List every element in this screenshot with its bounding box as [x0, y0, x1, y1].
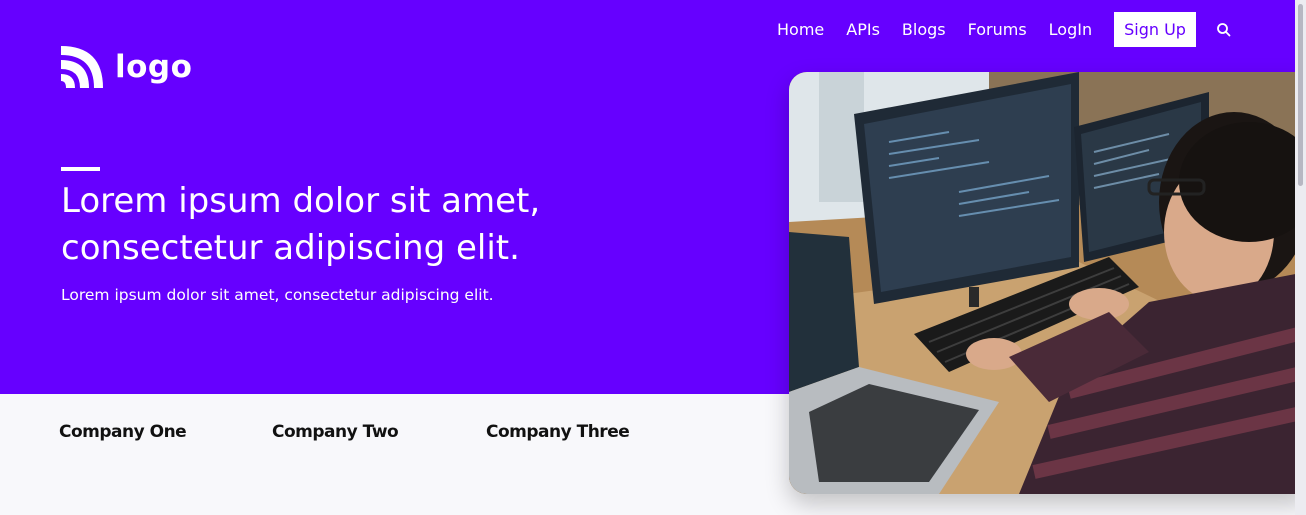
sign-up-button[interactable]: Sign Up — [1114, 12, 1196, 47]
company-one: Company One — [59, 422, 187, 442]
hero-headline-line-1: Lorem ipsum dolor sit amet, — [61, 181, 541, 221]
developer-workstation-illustration — [789, 72, 1306, 494]
company-two: Company Two — [272, 422, 399, 442]
search-icon[interactable] — [1216, 22, 1232, 38]
hero-subtitle: Lorem ipsum dolor sit amet, consectetur … — [61, 286, 494, 304]
hero-headline-line-2: consectetur adipiscing elit. — [61, 228, 520, 268]
hero-headline: Lorem ipsum dolor sit amet, consectetur … — [61, 178, 661, 272]
logo-text: logo — [115, 48, 193, 85]
page-scrollbar[interactable] — [1295, 0, 1306, 515]
nav-item-forums[interactable]: Forums — [968, 12, 1027, 47]
nav-item-blogs[interactable]: Blogs — [902, 12, 946, 47]
scrollbar-thumb[interactable] — [1298, 4, 1303, 186]
nav-item-home[interactable]: Home — [777, 12, 824, 47]
company-three: Company Three — [486, 422, 630, 442]
top-nav: Home APIs Blogs Forums LogIn Sign Up — [777, 12, 1232, 47]
logo-icon — [61, 46, 103, 88]
headline-accent-line — [61, 167, 100, 171]
hero-photo — [789, 72, 1306, 494]
logo-link[interactable]: logo — [61, 46, 192, 88]
nav-item-login[interactable]: LogIn — [1049, 12, 1092, 47]
nav-item-apis[interactable]: APIs — [846, 12, 880, 47]
